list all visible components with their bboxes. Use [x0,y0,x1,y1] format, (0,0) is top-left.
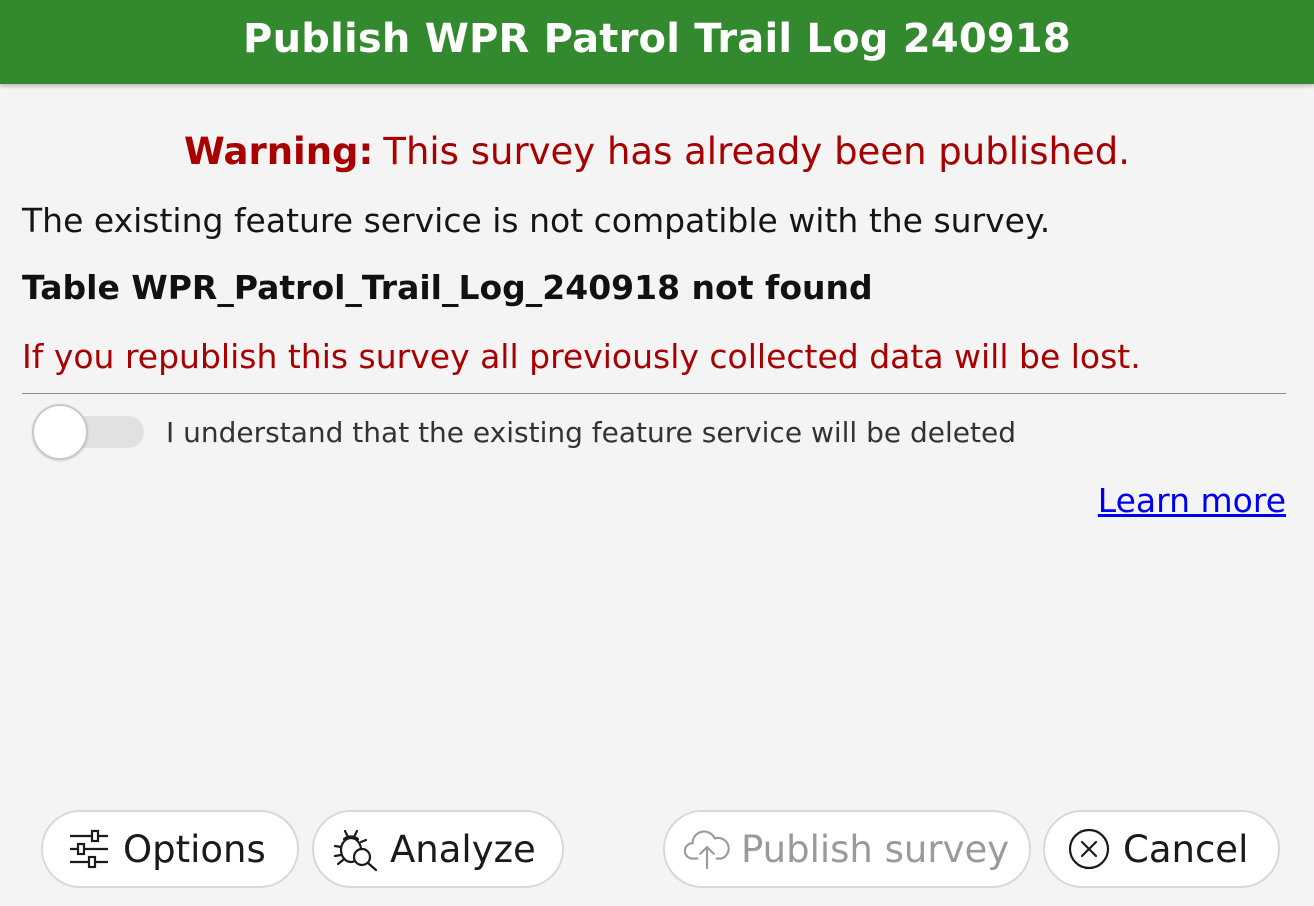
options-label: Options [123,827,266,871]
confirm-delete-label[interactable]: I understand that the existing feature s… [166,416,1016,449]
close-circle-icon [1065,825,1113,873]
cancel-label: Cancel [1123,827,1249,871]
analyze-label: Analyze [390,827,536,871]
analyze-button[interactable]: Analyze [312,810,564,888]
cloud-upload-icon [683,825,731,873]
warning-text: This survey has already been published. [383,130,1131,173]
incompatible-message: The existing feature service is not comp… [22,201,1051,240]
sliders-icon [65,825,113,873]
title-bar: Publish WPR Patrol Trail Log 240918 [0,0,1314,84]
dialog-title: Publish WPR Patrol Trail Log 240918 [243,16,1071,62]
cancel-button[interactable]: Cancel [1043,810,1280,888]
confirm-delete-toggle[interactable] [32,404,144,460]
table-not-found-message: Table WPR_Patrol_Trail_Log_240918 not fo… [22,268,873,307]
publish-survey-label: Publish survey [741,827,1010,871]
warning-message: Warning: This survey has already been pub… [0,130,1314,173]
warning-label: Warning: [183,130,374,173]
data-loss-message: If you republish this survey all previou… [22,337,1141,376]
publish-survey-dialog: Publish WPR Patrol Trail Log 240918 Warn… [0,0,1314,906]
learn-more-link[interactable]: Learn more [1098,481,1286,520]
divider [22,393,1286,394]
options-button[interactable]: Options [41,810,299,888]
publish-survey-button[interactable]: Publish survey [663,810,1031,888]
bug-search-icon [332,825,380,873]
toggle-knob [32,404,88,460]
confirm-delete-row: I understand that the existing feature s… [32,403,1016,461]
